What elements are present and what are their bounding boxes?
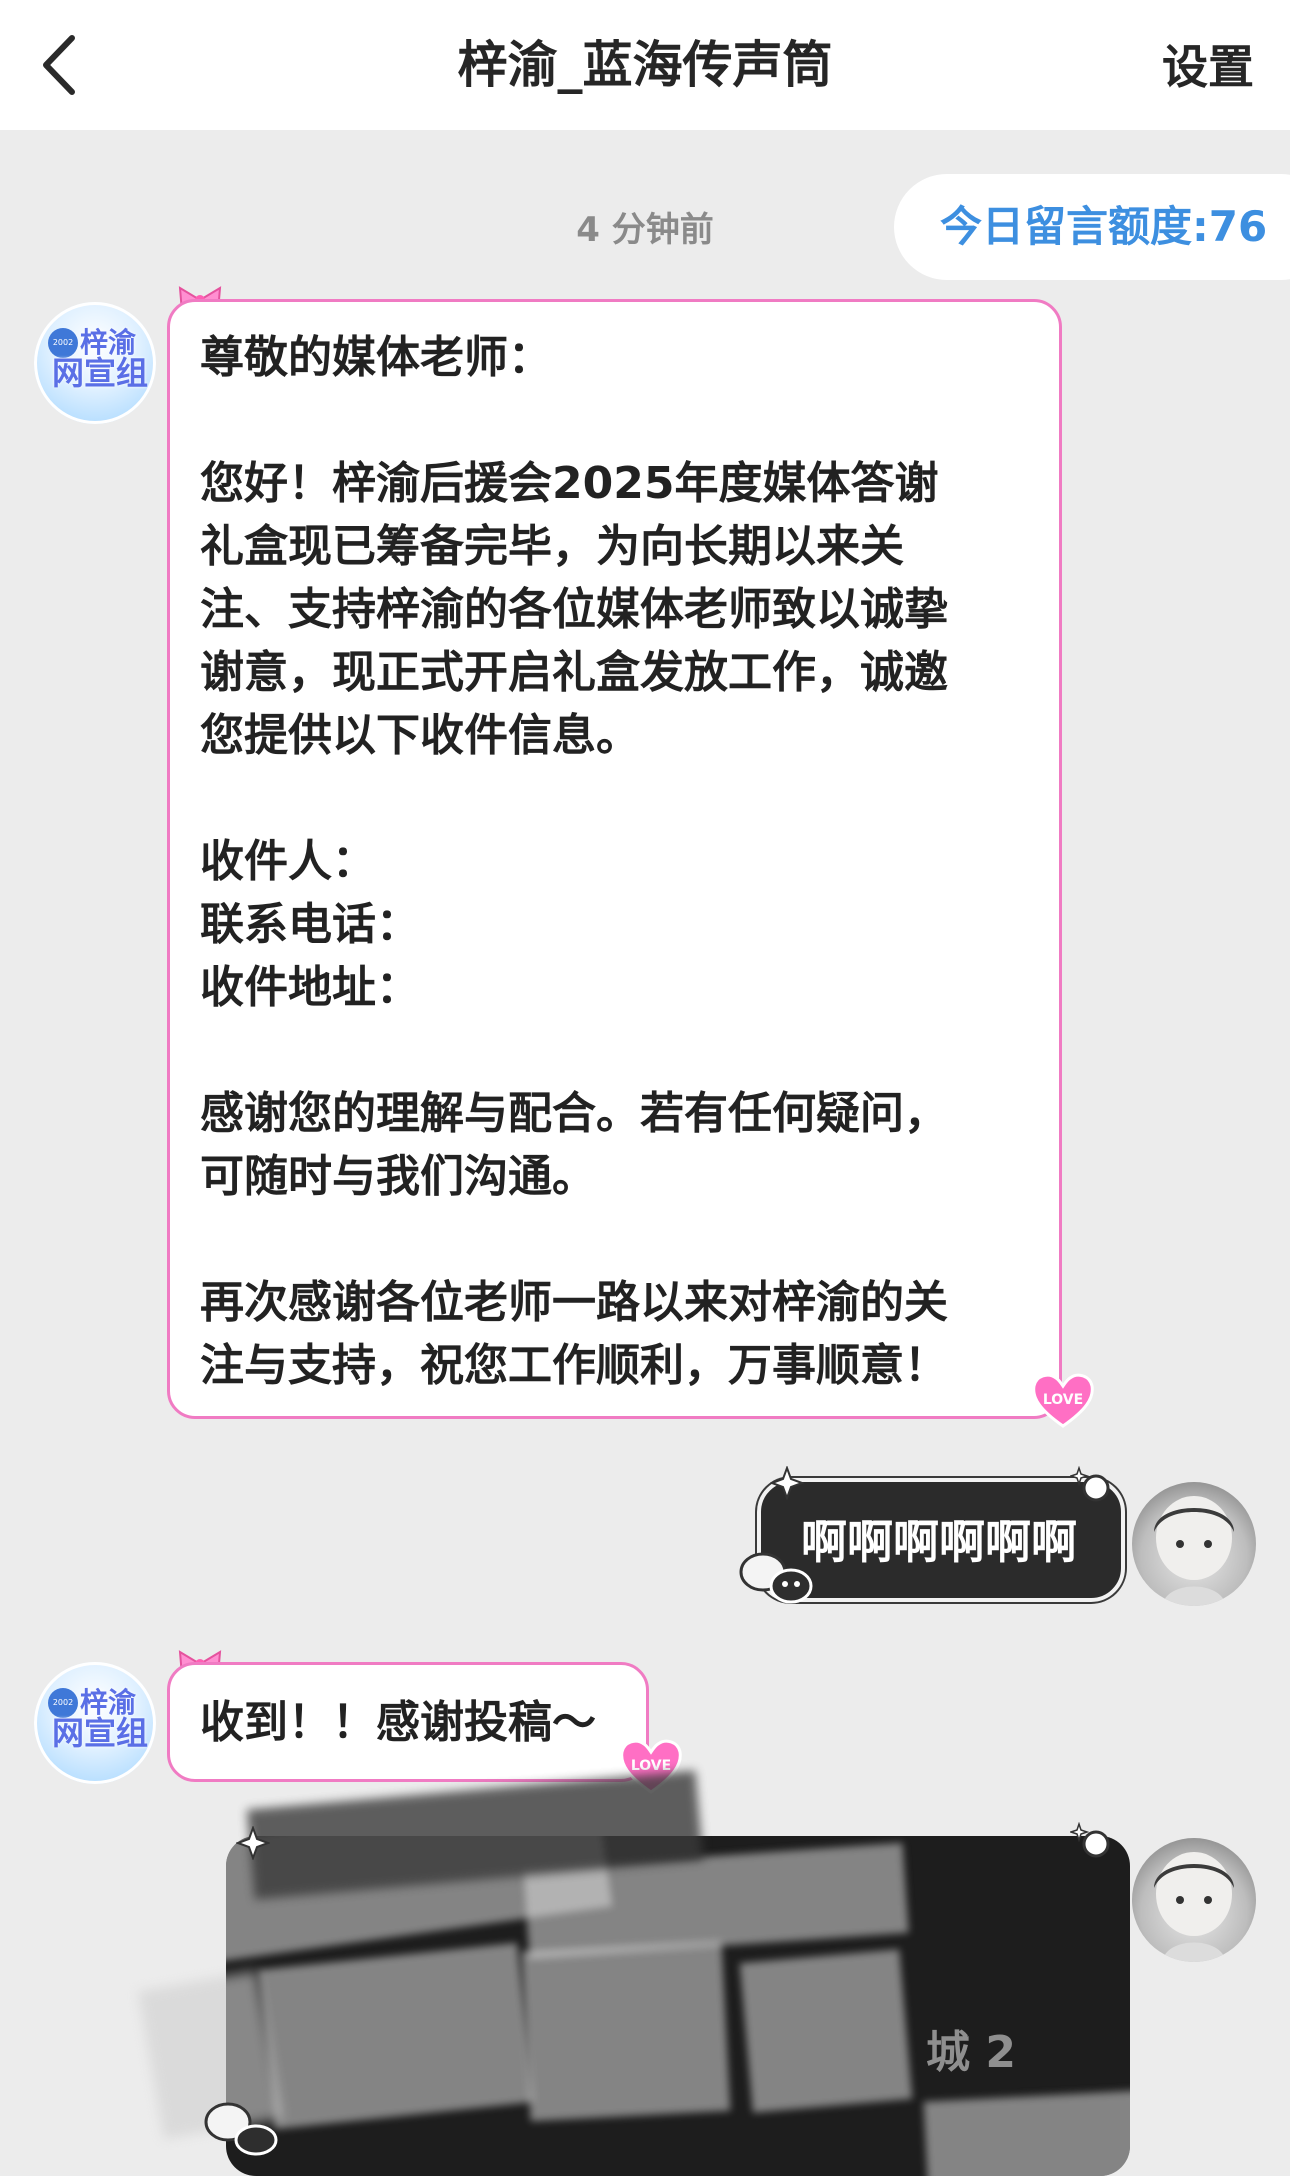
love-text: LOVE [1043,1392,1083,1408]
message-bubble: 尊敬的媒体老师： 您好！梓渝后援会2025年度媒体答谢 礼盒现已筹备完毕，为向长… [167,299,1062,1419]
avatar-text-bottom: 网宣组 [52,1714,149,1752]
mascot-sticker-icon [739,1552,813,1604]
message-line: 谢意，现正式开启礼盒发放工作，诚邀 [200,647,948,698]
user-avatar[interactable] [1132,1482,1256,1606]
message-text: 尊敬的媒体老师： 您好！梓渝后援会2025年度媒体答谢 礼盒现已筹备完毕，为向长… [200,326,1031,1397]
quota-badge: 今日留言额度:76 [894,174,1290,280]
message-text: 收到！！感谢投稿～ [200,1697,596,1748]
chevron-left-icon [43,35,75,95]
message-bubble: 收到！！感谢投稿～ [167,1662,649,1782]
user-message-text: 啊啊啊啊啊啊 [801,1515,1077,1569]
back-button[interactable] [28,30,98,100]
message-line: 收件地址： [200,962,420,1013]
sparkle-icon [770,1466,804,1500]
mascot-sticker-icon [204,2102,278,2156]
message-line: 可随时与我们沟通。 [200,1151,596,1202]
message-line: 注与支持，祝您工作顺利，万事顺意！ [200,1340,948,1391]
avatar[interactable]: 2002 梓渝 网宣组 [34,302,156,424]
message-line: 礼盒现已筹备完毕，为向长期以来关 [200,521,904,572]
user-avatar[interactable] [1132,1838,1256,1962]
redacted-text: 城 2 [926,2027,1016,2078]
message-line: 联系电话： [200,899,420,950]
quota-label: 今日留言额度:76 [940,202,1268,251]
avatar-text-bottom: 网宣组 [52,354,149,392]
settings-button[interactable]: 设置 [1162,34,1254,100]
message-line: 收件人： [200,836,376,887]
sparkle-icon [1070,1822,1110,1858]
message-line: 您好！梓渝后援会2025年度媒体答谢 [200,458,939,509]
message-timestamp: 4 分钟前 [576,210,714,250]
message-line: 注、支持梓渝的各位媒体老师致以诚挚 [200,584,948,635]
sparkle-icon [1070,1466,1110,1502]
love-heart-sticker-icon: LOVE [1030,1370,1096,1430]
message-line: 尊敬的媒体老师： [200,332,552,383]
page-title: 梓渝_蓝海传声筒 [457,36,833,94]
top-bar: 梓渝_蓝海传声筒 设置 [0,0,1290,130]
love-text: LOVE [631,1758,671,1774]
avatar[interactable]: 2002 梓渝 网宣组 [34,1662,156,1784]
sparkle-icon [236,1826,270,1860]
message-line: 再次感谢各位老师一路以来对梓渝的关 [200,1277,948,1328]
message-line: 感谢您的理解与配合。若有任何疑问， [200,1088,948,1139]
message-line: 您提供以下收件信息。 [200,710,640,761]
